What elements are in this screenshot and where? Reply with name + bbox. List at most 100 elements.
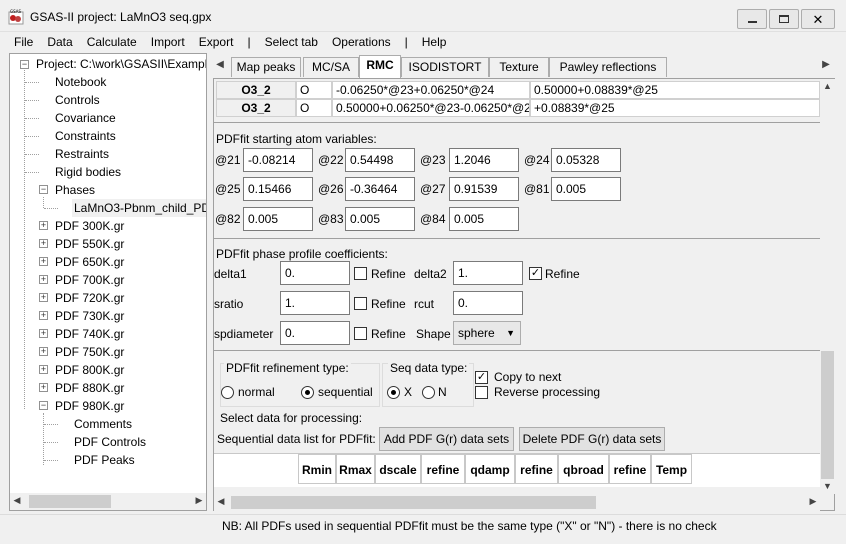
tab-mc-sa[interactable]: MC/SA	[303, 57, 359, 77]
reverse-processing-checkbox[interactable]	[475, 386, 488, 399]
tree-root[interactable]: Project: C:\work\GSASII\Exampl	[36, 55, 206, 73]
add-pdf-button[interactable]: Add PDF G(r) data sets	[379, 427, 514, 451]
tree-item-pdf-controls[interactable]: PDF Controls	[74, 433, 146, 451]
var-input[interactable]: 0.005	[345, 207, 415, 231]
tree-item-pdf[interactable]: PDF 800K.gr	[55, 361, 124, 379]
delta2-refine-checkbox[interactable]: ✓	[529, 267, 542, 280]
tree-expand-toggle[interactable]: +	[39, 239, 48, 248]
close-button[interactable]: ✕	[801, 9, 835, 29]
delta1-input[interactable]: 0.	[280, 261, 350, 285]
tree-expand-toggle[interactable]: +	[39, 221, 48, 230]
project-tree[interactable]: − Project: C:\work\GSASII\Exampl Noteboo…	[9, 53, 207, 511]
tree-item-notebook[interactable]: Notebook	[55, 73, 106, 91]
x-radio[interactable]	[387, 386, 400, 399]
var-input[interactable]: 0.54498	[345, 148, 415, 172]
tree-item-pdf[interactable]: PDF 700K.gr	[55, 271, 124, 289]
minimize-button[interactable]	[737, 9, 767, 29]
column-header[interactable]: qdamp	[465, 454, 515, 484]
sratio-input[interactable]: 1.	[280, 291, 350, 315]
spdiameter-input[interactable]: 0.	[280, 321, 350, 345]
normal-radio[interactable]	[221, 386, 234, 399]
menu-operations[interactable]: Operations	[332, 35, 397, 49]
menu-data[interactable]: Data	[47, 35, 78, 49]
scroll-thumb[interactable]	[231, 496, 596, 509]
tree-item-pdf[interactable]: PDF 750K.gr	[55, 343, 124, 361]
tree-item-pdf[interactable]: PDF 980K.gr	[55, 397, 124, 415]
scroll-right-icon[interactable]: ▶	[808, 496, 818, 507]
delta2-input[interactable]: 1.	[453, 261, 523, 285]
column-header[interactable]: Rmax	[336, 454, 375, 484]
scroll-up-icon[interactable]: ▲	[822, 81, 833, 91]
copy-next-checkbox[interactable]: ✓	[475, 371, 488, 384]
tree-item-pdf-peaks[interactable]: PDF Peaks	[74, 451, 135, 469]
tree-item-restraints[interactable]: Restraints	[55, 145, 109, 163]
tree-item-controls[interactable]: Controls	[55, 91, 100, 109]
var-input[interactable]: 0.91539	[449, 177, 519, 201]
column-header[interactable]: Temp	[651, 454, 692, 484]
maximize-button[interactable]	[769, 9, 799, 29]
tree-collapse-toggle[interactable]: −	[20, 60, 29, 69]
tab-isodistort[interactable]: ISODISTORT	[401, 57, 489, 77]
tree-expand-toggle[interactable]: +	[39, 365, 48, 374]
content-horizontal-scrollbar[interactable]: ◀ ▶	[214, 494, 820, 511]
tree-item-rigid-bodies[interactable]: Rigid bodies	[55, 163, 121, 181]
tree-item-phase-child[interactable]: LaMnO3-Pbnm_child_PD	[72, 199, 206, 217]
tree-expand-toggle[interactable]: +	[39, 347, 48, 356]
n-radio[interactable]	[422, 386, 435, 399]
menu-file[interactable]: File	[14, 35, 39, 49]
tree-collapse-toggle[interactable]: −	[39, 185, 48, 194]
menu-select-tab[interactable]: Select tab	[265, 35, 324, 49]
column-header[interactable]: refine	[609, 454, 651, 484]
tree-item-pdf[interactable]: PDF 730K.gr	[55, 307, 124, 325]
column-header[interactable]: dscale	[375, 454, 421, 484]
var-input[interactable]: -0.08214	[243, 148, 313, 172]
scroll-down-icon[interactable]: ▼	[822, 481, 833, 491]
tab-texture[interactable]: Texture	[489, 57, 549, 77]
var-input[interactable]: 1.2046	[449, 148, 519, 172]
atom-expr-cell[interactable]: -0.06250*@23+0.06250*@24	[332, 81, 530, 99]
tree-expand-toggle[interactable]: +	[39, 275, 48, 284]
var-input[interactable]: 0.005	[551, 177, 621, 201]
content-vertical-scrollbar[interactable]: ▲ ▼	[820, 79, 835, 494]
var-input[interactable]: 0.005	[243, 207, 313, 231]
menu-calculate[interactable]: Calculate	[87, 35, 143, 49]
tree-item-pdf[interactable]: PDF 550K.gr	[55, 235, 124, 253]
tree-item-constraints[interactable]: Constraints	[55, 127, 116, 145]
tree-item-pdf[interactable]: PDF 300K.gr	[55, 217, 124, 235]
tree-item-covariance[interactable]: Covariance	[55, 109, 116, 127]
column-header[interactable]: Rmin	[298, 454, 336, 484]
scroll-right-icon[interactable]: ▶	[194, 495, 204, 506]
atom-expr-cell[interactable]: 0.50000+0.06250*@23-0.06250*@24	[332, 99, 530, 117]
delete-pdf-button[interactable]: Delete PDF G(r) data sets	[519, 427, 665, 451]
tree-item-pdf[interactable]: PDF 650K.gr	[55, 253, 124, 271]
tree-expand-toggle[interactable]: +	[39, 257, 48, 266]
menu-help[interactable]: Help	[422, 35, 453, 49]
var-input[interactable]: 0.05328	[551, 148, 621, 172]
tree-item-pdf[interactable]: PDF 720K.gr	[55, 289, 124, 307]
scroll-thumb[interactable]	[821, 351, 834, 479]
tab-scroll-left-icon[interactable]: ◀	[215, 59, 225, 70]
tree-horizontal-scrollbar[interactable]: ◀ ▶	[10, 493, 206, 510]
rcut-input[interactable]: 0.	[453, 291, 523, 315]
tree-expand-toggle[interactable]: +	[39, 311, 48, 320]
menu-import[interactable]: Import	[151, 35, 191, 49]
atom-expr-cell[interactable]: +0.08839*@25	[530, 99, 820, 117]
scroll-left-icon[interactable]: ◀	[216, 496, 226, 507]
tree-expand-toggle[interactable]: +	[39, 329, 48, 338]
menu-export[interactable]: Export	[199, 35, 240, 49]
var-input[interactable]: 0.15466	[243, 177, 313, 201]
atom-expr-cell[interactable]: 0.50000+0.08839*@25	[530, 81, 820, 99]
column-header[interactable]: refine	[421, 454, 465, 484]
tree-expand-toggle[interactable]: +	[39, 293, 48, 302]
var-input[interactable]: -0.36464	[345, 177, 415, 201]
tree-item-comments[interactable]: Comments	[74, 415, 132, 433]
sequential-radio[interactable]	[301, 386, 314, 399]
tab-map-peaks[interactable]: Map peaks	[231, 57, 301, 77]
scroll-thumb[interactable]	[29, 495, 111, 508]
tab-pawley-reflections[interactable]: Pawley reflections	[549, 57, 667, 77]
tree-expand-toggle[interactable]: +	[39, 383, 48, 392]
tree-item-pdf[interactable]: PDF 740K.gr	[55, 325, 124, 343]
spdiameter-refine-checkbox[interactable]	[354, 327, 367, 340]
tree-collapse-toggle[interactable]: −	[39, 401, 48, 410]
sratio-refine-checkbox[interactable]	[354, 297, 367, 310]
